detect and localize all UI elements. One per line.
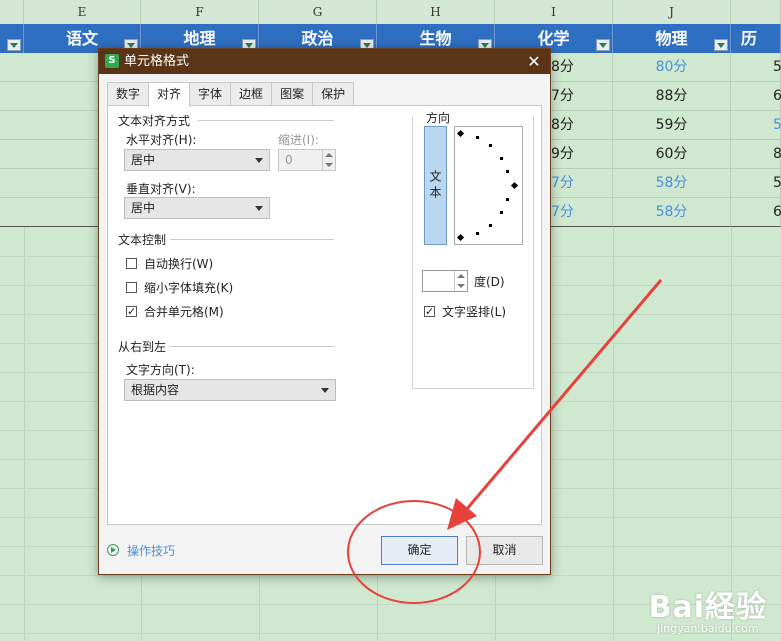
cell-k7[interactable]: 6: [731, 198, 781, 227]
vertical-align-label: 垂直对齐(V):: [126, 182, 196, 196]
column-letter-i[interactable]: I: [495, 0, 613, 24]
filter-dropdown-icon[interactable]: [714, 39, 728, 51]
orientation-arc-icon: [456, 129, 519, 242]
tab-font[interactable]: 字体: [189, 82, 232, 105]
orientation-dial[interactable]: [454, 126, 523, 245]
tab-protection[interactable]: 保护: [312, 82, 355, 105]
tab-pattern[interactable]: 图案: [271, 82, 314, 105]
dialog-title: 单元格格式: [124, 54, 190, 69]
cell-j4[interactable]: 59分: [613, 111, 731, 140]
text-direction-label: 文字方向(T):: [126, 363, 195, 377]
spinner-arrows-icon[interactable]: [322, 150, 335, 170]
text-direction-select[interactable]: 根据内容: [124, 379, 336, 401]
degree-label: 度(D): [474, 275, 505, 289]
alignment-panel: 文本对齐方式 水平对齐(H): 居中 缩进(I): 0 垂直对齐(V): 居中 …: [107, 105, 542, 525]
spinner-arrows-icon[interactable]: [454, 271, 467, 291]
cell-i3[interactable]: 7分: [551, 82, 613, 111]
text-alignment-group-title: 文本对齐方式: [118, 114, 191, 128]
degree-spinner[interactable]: [422, 270, 468, 292]
vertical-text-button[interactable]: 文本: [424, 126, 447, 245]
cell-k5[interactable]: 8: [731, 140, 781, 169]
cell-k2[interactable]: 5: [731, 53, 781, 82]
cell-i6[interactable]: 7分: [551, 169, 613, 198]
shrink-to-fit-checkbox[interactable]: 缩小字体填充(K): [126, 280, 233, 296]
operation-tips-link[interactable]: 操作技巧: [107, 543, 175, 559]
cell-k3[interactable]: 6: [731, 82, 781, 111]
checkbox-checked-icon: [126, 304, 137, 320]
baidu-jingyan-watermark: Bai経验 jingyan.baidu.com: [648, 590, 767, 635]
dialog-tabs: 数字 对齐 字体 边框 图案 保护: [107, 82, 355, 107]
header-cell-physics[interactable]: 物理: [613, 24, 731, 53]
checkbox-icon: [126, 258, 137, 269]
group-divider: [170, 346, 334, 347]
horizontal-align-label: 水平对齐(H):: [126, 133, 197, 147]
chevron-down-icon: [321, 388, 329, 393]
orientation-group-title: 方向: [424, 109, 453, 126]
cell-j5[interactable]: 60分: [613, 140, 731, 169]
vertical-align-select[interactable]: 居中: [124, 197, 270, 219]
cell-k6[interactable]: 5: [731, 169, 781, 198]
format-cells-dialog: S 单元格格式 ✕ 数字 对齐 字体 边框 图案 保护 文本对齐方式 水平对齐(…: [98, 48, 551, 575]
chevron-down-icon: [255, 158, 263, 163]
cell-k4[interactable]: 5: [731, 111, 781, 140]
cell-j7[interactable]: 58分: [613, 198, 731, 227]
cell-i4[interactable]: 8分: [551, 111, 613, 140]
indent-label: 缩进(I):: [278, 133, 319, 147]
tab-alignment[interactable]: 对齐: [148, 82, 191, 107]
column-letter-h[interactable]: H: [377, 0, 495, 24]
column-letter-k[interactable]: [731, 0, 781, 24]
column-letter-g[interactable]: G: [259, 0, 377, 24]
tab-number[interactable]: 数字: [107, 82, 150, 105]
merge-cells-checkbox[interactable]: 合并单元格(M): [126, 304, 224, 320]
checkbox-checked-icon: [424, 304, 435, 320]
play-circle-icon: [107, 544, 119, 556]
cell-j6[interactable]: 58分: [613, 169, 731, 198]
dialog-titlebar[interactable]: S 单元格格式 ✕: [99, 49, 550, 74]
group-divider: [198, 120, 334, 121]
grid-line: [0, 575, 781, 576]
cell-j2[interactable]: 80分: [613, 53, 731, 82]
ok-button[interactable]: 确定: [381, 536, 458, 565]
column-letter-d[interactable]: [0, 0, 24, 24]
column-letter-e[interactable]: E: [24, 0, 141, 24]
cell-i2[interactable]: 8分: [551, 53, 613, 82]
wrap-text-checkbox[interactable]: 自动换行(W): [126, 256, 213, 272]
column-letter-f[interactable]: F: [141, 0, 259, 24]
cell-i7[interactable]: 7分: [551, 198, 613, 227]
close-icon[interactable]: ✕: [524, 49, 544, 74]
header-cell-d[interactable]: [0, 24, 24, 53]
header-cell-history[interactable]: 历: [731, 24, 781, 53]
filter-dropdown-icon[interactable]: [596, 39, 610, 51]
vertical-text-checkbox[interactable]: 文字竖排(L): [424, 304, 506, 320]
right-to-left-group-title: 从右到左: [118, 340, 167, 354]
indent-spinner[interactable]: 0: [278, 149, 336, 171]
filter-dropdown-icon[interactable]: [7, 39, 21, 51]
wps-app-icon: S: [105, 54, 119, 68]
tab-border[interactable]: 边框: [230, 82, 273, 105]
cancel-button[interactable]: 取消: [466, 536, 543, 565]
checkbox-icon: [126, 282, 137, 293]
cell-j3[interactable]: 88分: [613, 82, 731, 111]
column-letter-j[interactable]: J: [613, 0, 731, 24]
cell-i5[interactable]: 9分: [551, 140, 613, 169]
text-control-group-title: 文本控制: [118, 233, 167, 247]
chevron-down-icon: [255, 206, 263, 211]
horizontal-align-select[interactable]: 居中: [124, 149, 270, 171]
group-divider: [170, 239, 334, 240]
